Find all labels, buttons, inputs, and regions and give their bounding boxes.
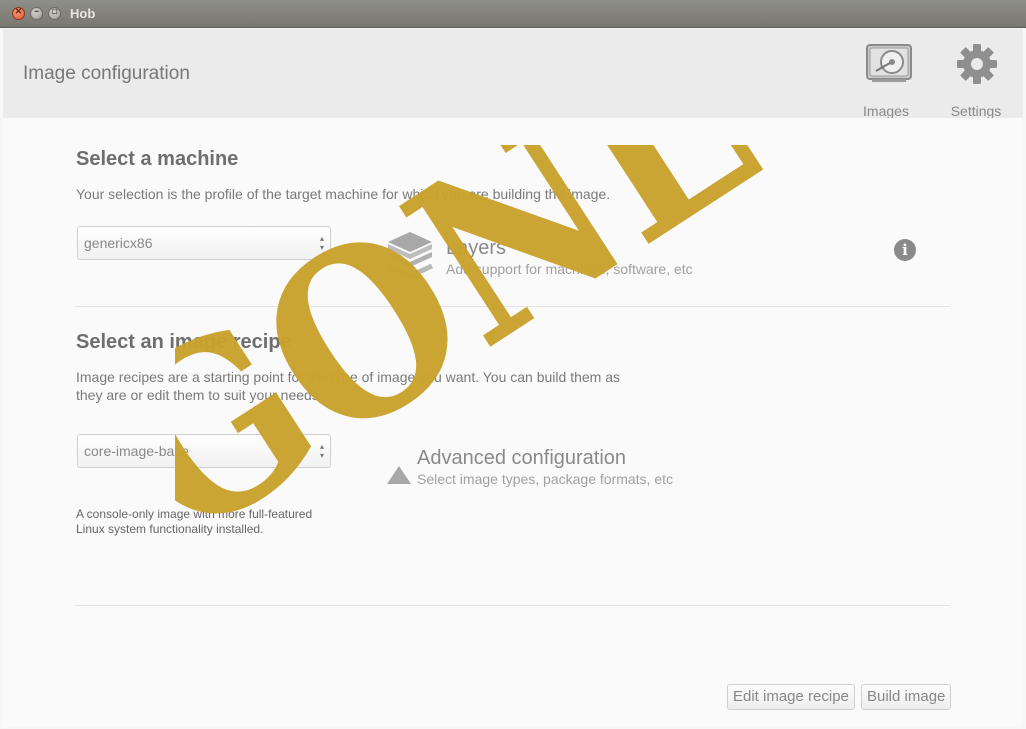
recipe-description-line2: they are or edit them to suit your needs… <box>76 387 323 403</box>
machine-description: Your selection is the profile of the tar… <box>76 186 611 202</box>
recipe-select-value: core-image-base <box>84 443 190 459</box>
machine-select[interactable]: genericx86 ▴ ▾ <box>77 226 331 260</box>
page-title: Image configuration <box>23 63 190 84</box>
machine-heading: Select a machine <box>76 148 239 170</box>
header-bar: Image configuration Images Settings <box>3 29 1023 119</box>
close-icon: × <box>14 6 23 17</box>
window-minimize-button[interactable]: – <box>30 6 43 20</box>
advanced-config-icon <box>387 466 411 484</box>
recipe-summary-line2: Linux system functionality installed. <box>76 522 264 536</box>
edit-image-recipe-button[interactable]: Edit image recipe <box>727 684 855 710</box>
window-maximize-button[interactable]: ▫ <box>48 6 61 20</box>
main-content: Select a machine Your selection is the p… <box>3 118 1023 727</box>
settings-button[interactable]: Settings <box>936 41 1016 119</box>
layers-subtitle: Add support for machines, software, etc <box>446 261 693 277</box>
advanced-config-link[interactable]: Advanced configuration <box>417 447 626 470</box>
minimize-icon: – <box>34 6 39 17</box>
maximize-icon: ▫ <box>51 6 58 17</box>
info-icon[interactable]: i <box>894 239 916 261</box>
images-label: Images <box>863 103 909 119</box>
recipe-select[interactable]: core-image-base ▴ ▾ <box>77 434 331 468</box>
combo-arrows-icon: ▴ ▾ <box>319 234 324 252</box>
section-divider <box>75 605 950 606</box>
hard-drive-icon <box>866 44 912 82</box>
layers-icon[interactable] <box>385 230 435 278</box>
machine-select-value: genericx86 <box>84 235 153 251</box>
window-title: Hob <box>70 6 96 21</box>
settings-label: Settings <box>950 103 1002 119</box>
recipe-summary-line1: A console-only image with more full-feat… <box>76 507 313 521</box>
window-titlebar: × – ▫ Hob <box>0 0 1026 28</box>
gear-icon <box>957 44 997 84</box>
combo-arrows-icon: ▴ ▾ <box>319 442 324 460</box>
build-image-button[interactable]: Build image <box>861 684 952 710</box>
images-button[interactable]: Images <box>846 41 926 119</box>
section-divider <box>75 306 950 307</box>
recipe-heading: Select an image recipe <box>76 331 292 353</box>
advanced-config-subtitle: Select image types, package formats, etc <box>417 471 674 487</box>
window-close-button[interactable]: × <box>12 6 25 20</box>
layers-link[interactable]: Layers <box>446 237 506 260</box>
recipe-description-line1: Image recipes are a starting point for t… <box>76 369 620 385</box>
